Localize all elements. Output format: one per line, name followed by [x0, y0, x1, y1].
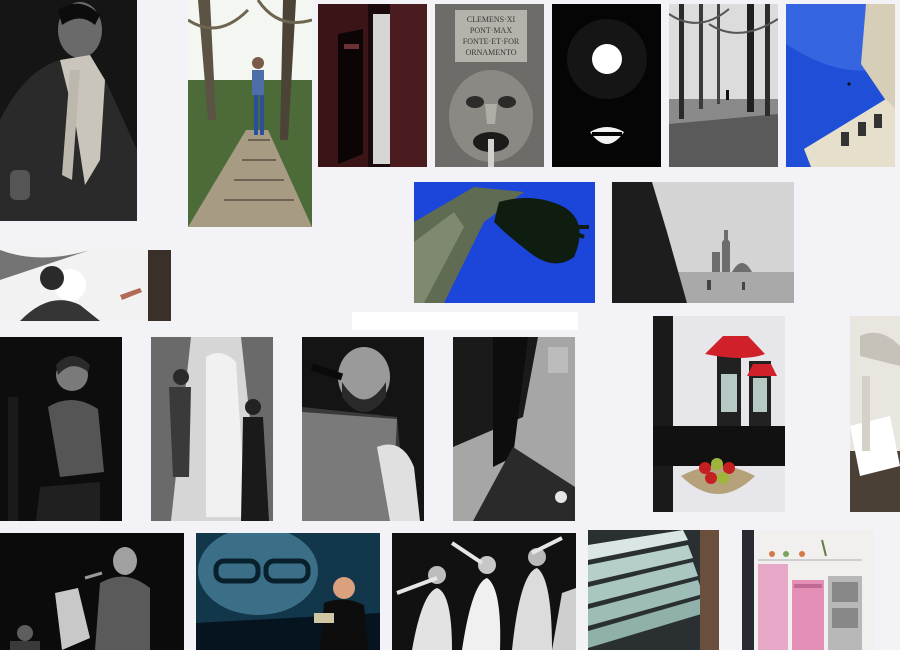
photo-forest-path[interactable]: [669, 4, 778, 167]
photo-glass-stairs[interactable]: [588, 530, 719, 650]
photo-door-interior[interactable]: [318, 4, 427, 167]
photo-blue-sky-building[interactable]: [786, 4, 895, 167]
photo-man-scarf[interactable]: [0, 0, 137, 221]
photo-projection-reader[interactable]: [196, 533, 380, 650]
inscription-line-4: ORNAMENTO: [466, 48, 517, 57]
photo-bridal-veil[interactable]: [151, 337, 273, 521]
photo-kitchen-red-lamps[interactable]: [653, 316, 785, 512]
photo-boardwalk[interactable]: [188, 0, 312, 227]
photo-reader-microphone[interactable]: [302, 337, 424, 521]
photo-shadow-floor[interactable]: [453, 337, 575, 521]
photo-stone-mask[interactable]: CLEMENS·XI PONT·MAX FONTE·ET·FOR ORNAMEN…: [435, 4, 544, 167]
photo-boy-seated[interactable]: [0, 337, 122, 521]
photo-tree-blue-sky[interactable]: [414, 182, 595, 303]
inscription-line-3: FONTE·ET·FOR: [463, 37, 520, 46]
inscription-line-2: PONT·MAX: [470, 26, 512, 35]
photo-backlit-person[interactable]: [0, 250, 171, 321]
photo-strip-highlight: [352, 312, 578, 330]
photo-dancers[interactable]: [392, 533, 576, 650]
inscription-line-1: CLEMENS·XI: [467, 15, 516, 24]
photo-pink-kitchen[interactable]: [742, 530, 874, 650]
photo-pantheon-oculus[interactable]: [552, 4, 661, 167]
photo-venice-lagoon[interactable]: [612, 182, 794, 303]
photo-white-chair[interactable]: [850, 316, 900, 512]
photo-reading-stage[interactable]: [0, 533, 184, 650]
